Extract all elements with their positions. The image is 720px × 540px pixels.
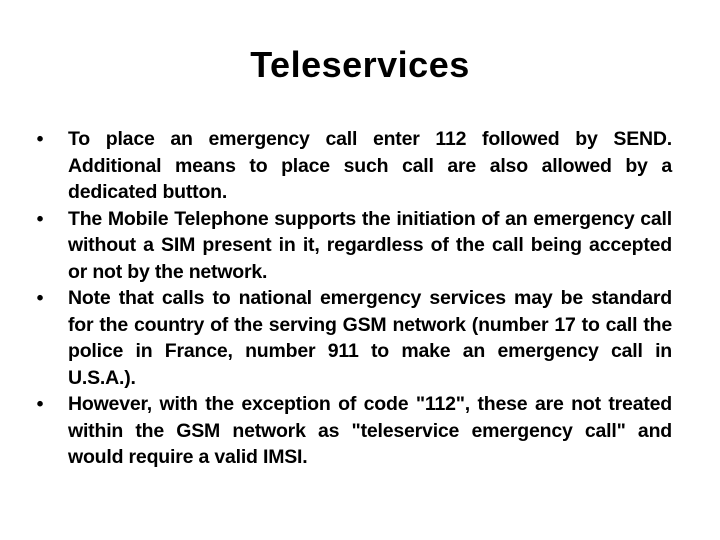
bullet-item: • To place an emergency call enter 112 f… <box>20 126 673 206</box>
bullet-item: • The Mobile Telephone supports the init… <box>20 206 673 286</box>
bullet-icon: • <box>36 287 44 309</box>
slide-title: Teleservices <box>250 44 470 85</box>
bullet-text: To place an emergency call enter 112 fol… <box>68 128 672 203</box>
bullet-text: The Mobile Telephone supports the initia… <box>68 207 672 283</box>
bullet-icon: • <box>36 128 44 150</box>
slide: Teleservices • To place an emergency cal… <box>0 0 720 540</box>
bullet-text: Note that calls to national emergency se… <box>68 287 672 389</box>
bullet-item: • However, with the exception of code "1… <box>20 391 673 471</box>
bullet-text: However, with the exception of code "112… <box>68 393 672 468</box>
bullet-item: • Note that calls to national emergency … <box>20 285 673 391</box>
bullet-icon: • <box>36 393 44 415</box>
bullet-icon: • <box>36 207 44 230</box>
bullet-list: • To place an emergency call enter 112 f… <box>20 126 673 471</box>
